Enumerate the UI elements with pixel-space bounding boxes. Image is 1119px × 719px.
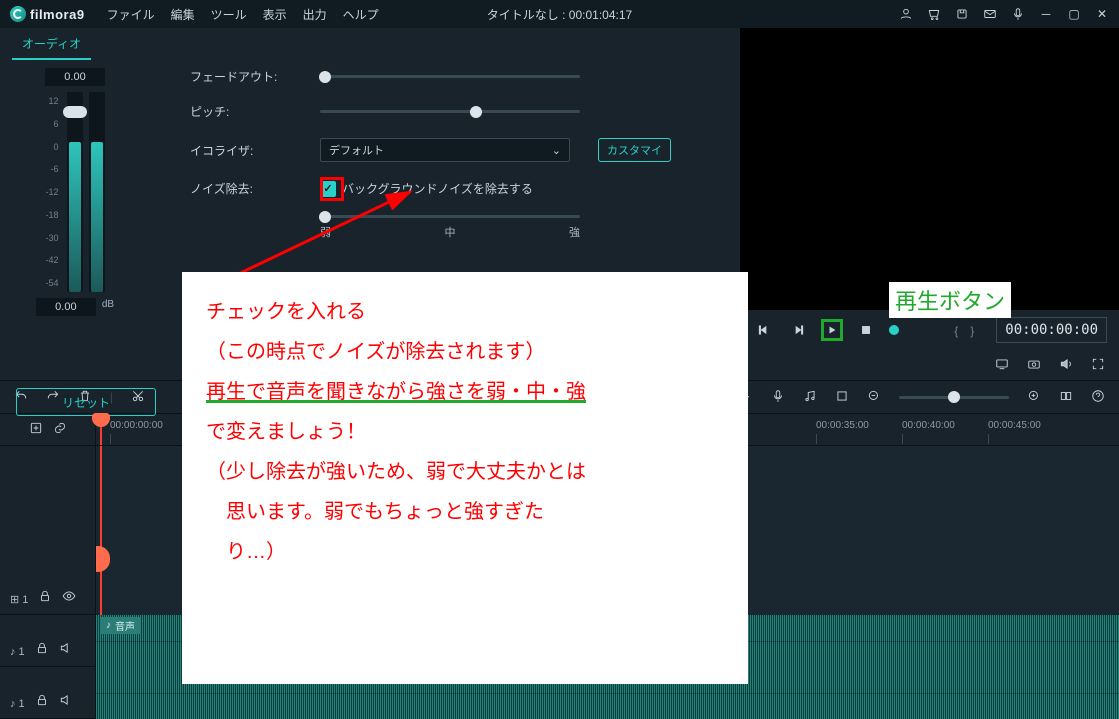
fadeout-label: フェードアウト: (190, 68, 300, 85)
meter-scale: 1260 -6-12-18 -30-42-54 (45, 92, 58, 292)
chevron-down-icon: ⌄ (552, 144, 561, 157)
account-icon[interactable] (899, 7, 913, 21)
link-icon[interactable] (53, 421, 67, 438)
menu-view[interactable]: 表示 (255, 6, 295, 23)
fullscreen-icon[interactable] (1091, 357, 1105, 374)
volume-slider-left[interactable] (67, 92, 83, 292)
volume-meter: 0.00 1260 -6-12-18 -30-42-54 0.00 dB (0, 68, 150, 380)
brand: filmora9 (10, 6, 85, 22)
next-frame-button[interactable] (787, 319, 809, 341)
timecode-display[interactable]: 00:00:00:00 (996, 317, 1107, 343)
snapshot-icon[interactable] (1027, 357, 1041, 374)
reset-button[interactable]: リセット (16, 388, 156, 416)
menu-file[interactable]: ファイル (99, 6, 163, 23)
lock-icon[interactable] (35, 693, 49, 710)
annotation-checkbox-highlight (320, 177, 344, 201)
audio-mixer-icon[interactable] (803, 389, 817, 406)
noise-checkbox-label: バックグラウンドノイズを除去する (342, 180, 533, 197)
document-title: タイトルなし : 00:01:04:17 (487, 6, 632, 23)
lock-icon[interactable] (35, 641, 49, 658)
fadeout-slider[interactable] (320, 75, 580, 78)
preview-viewport (741, 28, 1119, 310)
audio-track-1-head: ♪ 1 (0, 615, 95, 667)
stop-button[interactable] (855, 319, 877, 341)
save-cloud-icon[interactable] (955, 7, 969, 21)
eye-icon[interactable] (62, 589, 76, 606)
audio-track-2-head: ♪ 1 (0, 667, 95, 719)
cart-icon[interactable] (927, 7, 941, 21)
menu-tools[interactable]: ツール (203, 6, 255, 23)
pitch-label: ピッチ: (190, 103, 300, 120)
crop-icon[interactable] (835, 389, 849, 406)
clip-trim-handle[interactable] (96, 546, 110, 572)
volume-slider-right[interactable] (89, 92, 105, 292)
mail-icon[interactable] (983, 7, 997, 21)
meter-top-value: 0.00 (45, 68, 105, 86)
pitch-slider[interactable] (320, 110, 580, 113)
mic-icon[interactable] (1011, 7, 1025, 21)
equalizer-custom-button[interactable]: カスタマイ (598, 138, 671, 162)
window-maximize[interactable]: ▢ (1067, 7, 1081, 21)
record-indicator-icon[interactable] (889, 325, 899, 335)
add-track-icon[interactable] (29, 421, 43, 438)
brand-text: filmora9 (30, 7, 85, 22)
prev-frame-button[interactable] (753, 319, 775, 341)
menu-edit[interactable]: 編集 (163, 6, 203, 23)
menu-help[interactable]: ヘルプ (335, 6, 387, 23)
playhead[interactable] (92, 413, 110, 427)
zoom-in-icon[interactable] (1027, 389, 1041, 406)
lock-icon[interactable] (38, 589, 52, 606)
zoom-slider[interactable] (899, 396, 1009, 399)
db-unit: dB (102, 299, 114, 310)
equalizer-select[interactable]: デフォルト ⌄ (320, 138, 570, 162)
brand-icon (10, 6, 26, 22)
preview-quality-icon[interactable] (995, 357, 1009, 374)
mute-speaker-icon[interactable] (59, 641, 73, 658)
window-close[interactable]: ✕ (1095, 7, 1109, 21)
annotation-play-label: 再生ボタン (889, 282, 1011, 318)
volume-speaker-icon[interactable] (1059, 357, 1073, 374)
video-track-head: ⊞ 1 (0, 446, 95, 615)
play-button[interactable] (821, 319, 843, 341)
noise-strength-labels: 弱 中 強 (320, 224, 580, 240)
tab-audio[interactable]: オーディオ (12, 29, 91, 60)
voiceover-mic-icon[interactable] (771, 389, 785, 406)
music-note-icon: ♪ (106, 620, 111, 631)
zoom-fit-icon[interactable] (1059, 389, 1073, 406)
noise-strength-slider[interactable] (320, 215, 580, 218)
mark-inout[interactable]: { } (954, 322, 974, 339)
settings-help-icon[interactable] (1091, 389, 1105, 406)
equalizer-label: イコライザ: (190, 142, 300, 159)
equalizer-value: デフォルト (329, 142, 384, 158)
zoom-out-icon[interactable] (867, 389, 881, 406)
noise-label: ノイズ除去: (190, 180, 300, 197)
annotation-note: チェックを入れる （この時点でノイズが除去されます） 再生で音声を聞きながら強さ… (182, 272, 748, 684)
menu-output[interactable]: 出力 (295, 6, 335, 23)
ruler-head (0, 414, 96, 445)
window-minimize[interactable]: ─ (1039, 7, 1053, 21)
mute-speaker-icon[interactable] (59, 693, 73, 710)
meter-bottom-value: 0.00 (36, 298, 96, 316)
menubar: filmora9 ファイル 編集 ツール 表示 出力 ヘルプ タイトルなし : … (0, 0, 1119, 28)
